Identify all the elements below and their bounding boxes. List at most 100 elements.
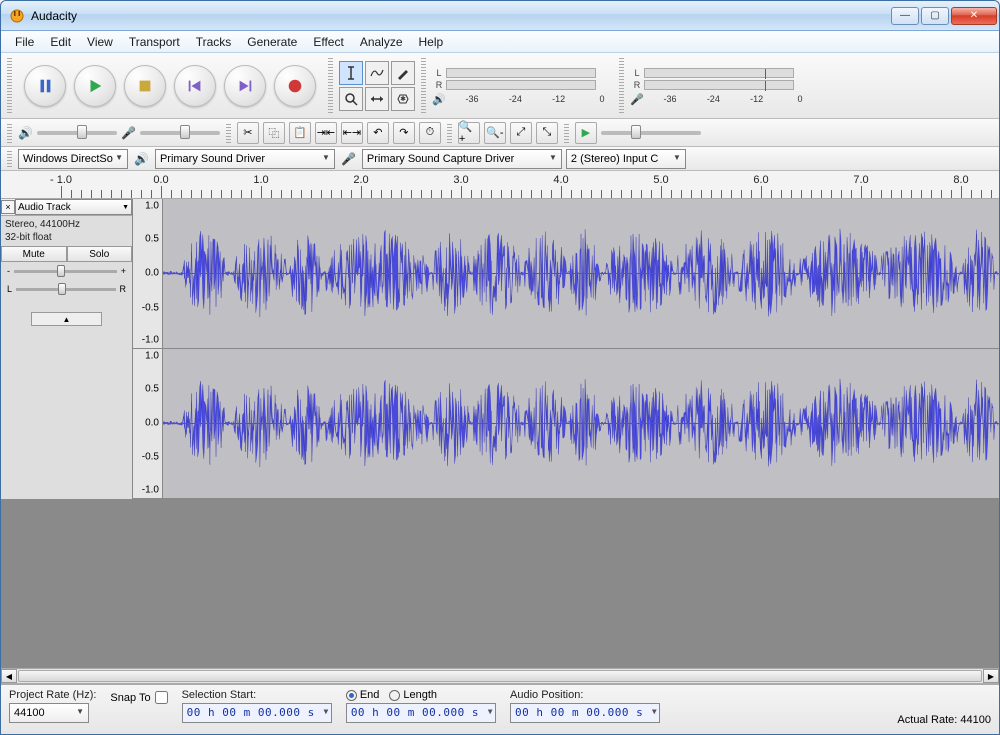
audio-track: × Audio Track▼ Stereo, 44100Hz 32-bit fl… [1,199,999,499]
scroll-left-button[interactable]: ◀ [1,669,17,683]
playback-volume-slider[interactable] [37,131,117,135]
toolbar-handle[interactable] [564,122,569,143]
toolbar-mixer-row: 🔊 🎤 ✂ ⿻ 📋 ⇥⇤ ⇤⇥ ↶ ↷ ⏱ 🔍+ 🔍- ⤢ ⤡ ▶ [1,119,999,147]
menu-view[interactable]: View [79,33,121,51]
multi-tool[interactable]: ✱ [391,87,415,111]
toolbar-handle[interactable] [7,122,12,143]
output-device-combo[interactable]: Primary Sound Driver [155,149,335,169]
toolbar-handle[interactable] [7,150,12,167]
waveform-channel-right[interactable]: 1.0 0.5 0.0 -0.5 -1.0 [133,349,999,499]
end-radio[interactable]: End [346,689,380,701]
record-button[interactable] [274,65,316,107]
timeline-ruler[interactable]: - 1.00.01.02.03.04.05.06.07.08.0 [1,171,999,199]
envelope-tool[interactable] [365,61,389,85]
input-device-combo[interactable]: Primary Sound Capture Driver [362,149,562,169]
track-format: Stereo, 44100Hz 32-bit float [1,216,132,246]
input-channels-combo[interactable]: 2 (Stereo) Input C [566,149,686,169]
menu-help[interactable]: Help [411,33,452,51]
zoom-out-button[interactable]: 🔍- [484,122,506,144]
scroll-thumb[interactable] [18,670,982,682]
toolbar-handle[interactable] [328,58,333,113]
close-button[interactable]: ✕ [951,7,997,25]
speaker-icon: 🔊 [432,93,446,106]
record-meter: L R 🎤 -36-24-120 [630,66,811,106]
scroll-right-button[interactable]: ▶ [983,669,999,683]
meter-r-label: R [632,80,642,90]
menu-generate[interactable]: Generate [239,33,305,51]
mute-button[interactable]: Mute [1,246,67,262]
meter-scale: -36-24-120 [647,94,811,104]
meter-play-r[interactable] [446,80,596,90]
snap-to-label: Snap To [110,692,150,704]
menu-tracks[interactable]: Tracks [188,33,240,51]
menu-effect[interactable]: Effect [305,33,351,51]
menu-file[interactable]: File [7,33,42,51]
selection-start-label: Selection Start: [182,689,332,701]
trim-button[interactable]: ⇥⇤ [315,122,337,144]
skip-end-button[interactable] [224,65,266,107]
titlebar: Audacity — ▢ ✕ [1,1,999,31]
menu-edit[interactable]: Edit [42,33,79,51]
track-close-button[interactable]: × [1,200,15,214]
window-title: Audacity [31,9,891,23]
transport-controls [18,65,322,107]
playback-volume: 🔊 [18,126,117,140]
maximize-button[interactable]: ▢ [921,7,949,25]
silence-button[interactable]: ⇤⇥ [341,122,363,144]
meter-rec-l[interactable] [644,68,794,78]
tracks-area: × Audio Track▼ Stereo, 44100Hz 32-bit fl… [1,199,999,668]
app-icon [9,8,25,24]
selection-end-field[interactable]: 00 h 00 m 00.000 s [346,703,496,723]
toolbar-handle[interactable] [421,58,426,113]
project-rate-combo[interactable]: 44100 [9,703,89,723]
audio-position-field[interactable]: 00 h 00 m 00.000 s [510,703,660,723]
play-button[interactable] [74,65,116,107]
track-collapse-button[interactable]: ▲ [31,312,102,326]
gain-slider[interactable]: -+ [1,262,132,280]
redo-button[interactable]: ↷ [393,122,415,144]
sync-lock-button[interactable]: ⏱ [419,122,441,144]
toolbar-handle[interactable] [226,122,231,143]
toolbar-handle[interactable] [7,58,12,113]
zoom-tool[interactable] [339,87,363,111]
skip-start-button[interactable] [174,65,216,107]
zoom-in-button[interactable]: 🔍+ [458,122,480,144]
fit-project-button[interactable]: ⤡ [536,122,558,144]
record-volume: 🎤 [121,126,220,140]
solo-button[interactable]: Solo [67,246,133,262]
meter-scale: -36-24-120 [449,94,613,104]
copy-button[interactable]: ⿻ [263,122,285,144]
fit-selection-button[interactable]: ⤢ [510,122,532,144]
timeshift-tool[interactable] [365,87,389,111]
pause-button[interactable] [24,65,66,107]
undo-button[interactable]: ↶ [367,122,389,144]
meter-l-label: L [632,68,642,78]
mic-icon: 🎤 [121,126,136,140]
playback-meter: L R 🔊 -36-24-120 [432,66,613,106]
pan-slider[interactable]: LR [1,280,132,298]
snap-to-checkbox[interactable] [155,691,168,704]
selection-tool[interactable] [339,61,363,85]
length-radio[interactable]: Length [389,689,437,701]
meter-play-l[interactable] [446,68,596,78]
paste-button[interactable]: 📋 [289,122,311,144]
waveform-channel-left[interactable]: 1.0 0.5 0.0 -0.5 -1.0 [133,199,999,349]
minimize-button[interactable]: — [891,7,919,25]
mic-icon: 🎤 [630,93,644,106]
selection-start-field[interactable]: 00 h 00 m 00.000 s [182,703,332,723]
play-speed-slider[interactable] [601,131,701,135]
horizontal-scrollbar[interactable]: ◀ ▶ [1,668,999,684]
menu-analyze[interactable]: Analyze [352,33,411,51]
toolbar-handle[interactable] [619,58,624,113]
menu-transport[interactable]: Transport [121,33,188,51]
cut-button[interactable]: ✂ [237,122,259,144]
meter-rec-r[interactable] [644,80,794,90]
play-at-speed-button[interactable]: ▶ [575,122,597,144]
audio-host-combo[interactable]: Windows DirectSo [18,149,128,169]
record-volume-slider[interactable] [140,131,220,135]
stop-button[interactable] [124,65,166,107]
toolbar-handle[interactable] [447,122,452,143]
track-menu-dropdown[interactable]: Audio Track▼ [15,199,132,215]
audio-position-label: Audio Position: [510,689,660,701]
draw-tool[interactable] [391,61,415,85]
